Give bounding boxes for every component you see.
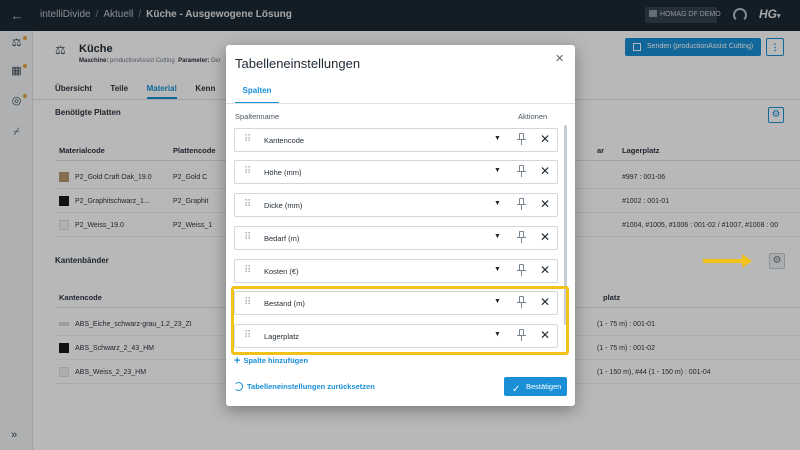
reset-settings-link[interactable]: Tabelleneinstellungen zurücksetzen (234, 382, 375, 391)
actions-header: Aktionen (518, 112, 548, 121)
reset-label: Tabelleneinstellungen zurücksetzen (247, 382, 375, 391)
confirm-button[interactable]: ✓ Bestätigen (504, 377, 567, 396)
remove-icon[interactable]: ✕ (540, 197, 550, 211)
column-select-value[interactable]: Dicke (mm) (264, 201, 302, 210)
pin-icon[interactable] (516, 198, 526, 211)
column-row[interactable]: ⠿ Dicke (mm) ▼ ✕ (234, 193, 558, 217)
caret-down-icon[interactable]: ▼ (494, 266, 501, 273)
add-column-link[interactable]: + Spalte hinzufügen (234, 355, 308, 367)
column-row[interactable]: ⠿ Kantencode ▼ ✕ (234, 128, 558, 152)
confirm-label: Bestätigen (526, 382, 562, 391)
remove-icon[interactable]: ✕ (540, 263, 550, 277)
column-select-value[interactable]: Bedarf (m) (264, 234, 299, 243)
column-select-value[interactable]: Kantencode (264, 136, 304, 145)
dialog-tab-divider (226, 103, 575, 104)
caret-down-icon[interactable]: ▼ (494, 200, 501, 207)
remove-icon[interactable]: ✕ (540, 230, 550, 244)
drag-handle-icon[interactable]: ⠿ (244, 200, 251, 210)
caret-down-icon[interactable]: ▼ (494, 135, 501, 142)
column-row[interactable]: ⠿ Kosten (€) ▼ ✕ (234, 259, 558, 283)
drag-handle-icon[interactable]: ⠿ (244, 135, 251, 145)
column-name-header: Spaltenname (235, 112, 280, 121)
drag-handle-icon[interactable]: ⠿ (244, 266, 251, 276)
overlay-topbar (0, 0, 800, 31)
close-icon[interactable]: ✕ (555, 52, 564, 65)
remove-icon[interactable]: ✕ (540, 132, 550, 146)
remove-icon[interactable]: ✕ (540, 164, 550, 178)
pin-icon[interactable] (516, 231, 526, 244)
column-row[interactable]: ⠿ Höhe (mm) ▼ ✕ (234, 160, 558, 184)
column-row[interactable]: ⠿ Bedarf (m) ▼ ✕ (234, 226, 558, 250)
drag-handle-icon[interactable]: ⠿ (244, 233, 251, 243)
dialog-title: Tabelleneinstellungen (235, 56, 361, 71)
caret-down-icon[interactable]: ▼ (494, 167, 501, 174)
pin-icon[interactable] (516, 133, 526, 146)
caret-down-icon[interactable]: ▼ (494, 233, 501, 240)
reset-icon (234, 382, 243, 391)
column-select-value[interactable]: Höhe (mm) (264, 168, 302, 177)
column-select-value[interactable]: Kosten (€) (264, 267, 299, 276)
annotation-arrow-icon (703, 259, 743, 263)
annotation-arrowhead (742, 254, 752, 268)
add-column-label: Spalte hinzufügen (243, 356, 309, 365)
highlight-box (231, 286, 569, 355)
pin-icon[interactable] (516, 165, 526, 178)
overlay-rail (0, 31, 33, 450)
drag-handle-icon[interactable]: ⠿ (244, 167, 251, 177)
plus-icon: + (234, 355, 241, 367)
pin-icon[interactable] (516, 264, 526, 277)
tab-columns[interactable]: Spalten (235, 86, 279, 104)
check-icon: ✓ (512, 384, 521, 395)
